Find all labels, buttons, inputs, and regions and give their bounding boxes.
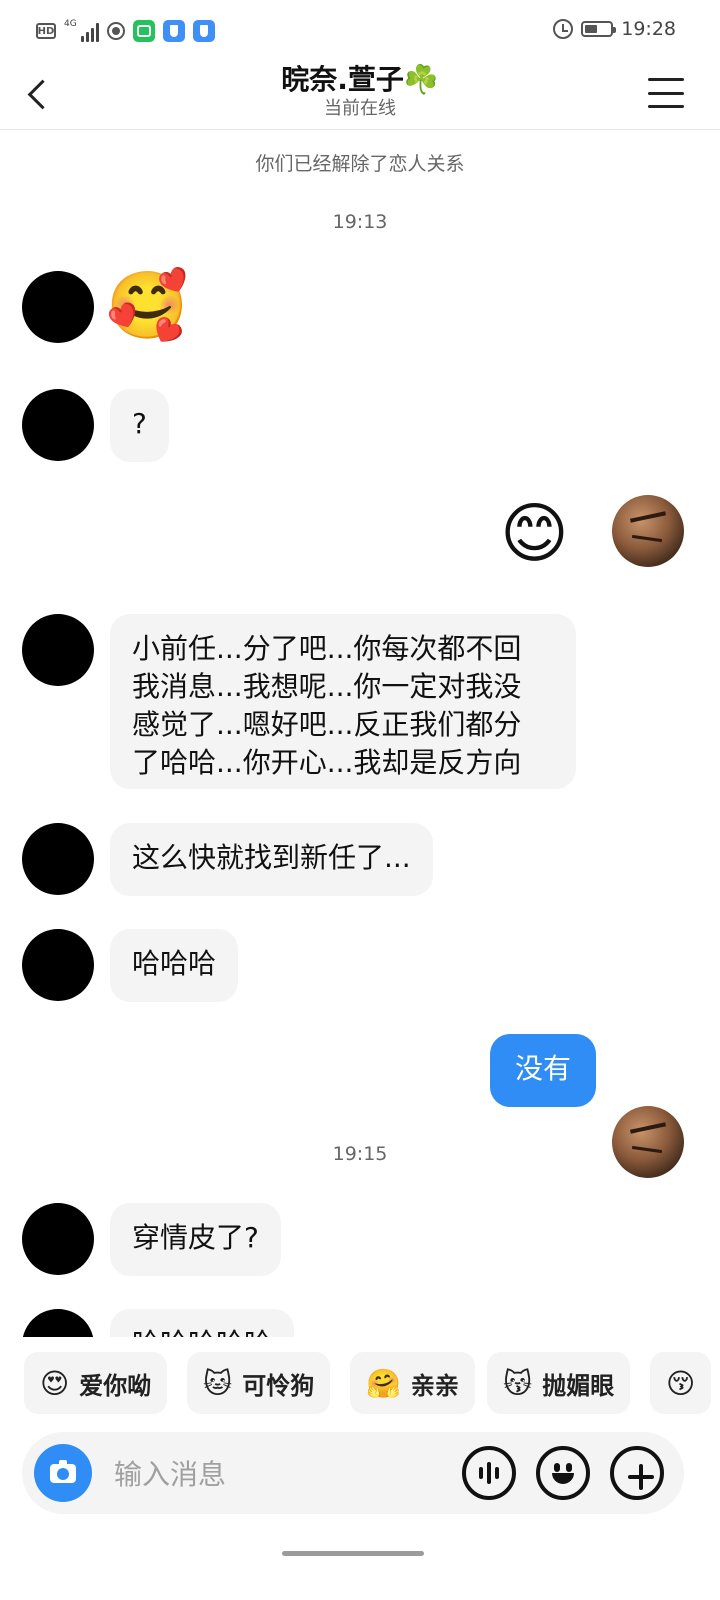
chip-label: 爱你呦 bbox=[79, 1371, 152, 1400]
chevron-left-icon bbox=[27, 79, 57, 109]
self-avatar[interactable] bbox=[612, 495, 684, 567]
contact-name-text: 晥奈.萱子 bbox=[281, 63, 404, 96]
self-avatar[interactable] bbox=[612, 1106, 684, 1178]
plus-icon bbox=[618, 1454, 656, 1492]
message-text: 没有 bbox=[514, 1052, 571, 1085]
emoji-icon bbox=[544, 1454, 582, 1492]
cat-icon: 🐱 bbox=[203, 1366, 233, 1400]
avatar[interactable] bbox=[22, 389, 94, 461]
quick-reply-chip[interactable]: 😽 抛媚眼 bbox=[487, 1352, 631, 1414]
message-input[interactable] bbox=[112, 1451, 456, 1497]
network-type-label: 4G bbox=[64, 19, 77, 29]
chip-label: 抛媚眼 bbox=[542, 1371, 615, 1400]
message-line: 小前任...分了吧...你每次都不回 bbox=[132, 632, 522, 665]
plus-button[interactable] bbox=[610, 1446, 664, 1500]
online-status: 当前在线 bbox=[324, 98, 396, 119]
message-bubble[interactable]: 穿情皮了? bbox=[110, 1203, 281, 1276]
message-line: 我消息...我想呢...你一定对我没 bbox=[132, 670, 522, 703]
screen-record-icon bbox=[106, 22, 125, 40]
message-text: 哈哈哈 bbox=[132, 947, 217, 980]
avatar[interactable] bbox=[22, 823, 94, 895]
battery-icon bbox=[581, 21, 617, 37]
quick-reply-chip[interactable]: 🐱 可怜狗 bbox=[187, 1352, 331, 1414]
message-line: 了哈哈...你开心...我却是反方向 bbox=[132, 746, 522, 779]
avatar[interactable] bbox=[22, 614, 94, 686]
message-bubble-self[interactable]: 没有 bbox=[490, 1034, 596, 1107]
system-note: 你们已经解除了恋人关系 bbox=[255, 153, 465, 175]
message-text: 穿情皮了? bbox=[132, 1221, 259, 1254]
quick-reply-bar: 😍 爱你呦 🐱 可怜狗 🤗 亲亲 😽 抛媚眼 😚 bbox=[0, 1352, 720, 1418]
timestamp: 19:15 bbox=[332, 1143, 388, 1165]
chat-header: 晥奈.萱子☘️ 当前在线 bbox=[0, 62, 720, 130]
shield-app-icon bbox=[192, 20, 215, 42]
contact-name: 晥奈.萱子☘️ bbox=[160, 62, 560, 98]
message-bubble[interactable]: 哈哈哈 bbox=[110, 929, 239, 1002]
chat-title-block[interactable]: 晥奈.萱子☘️ 当前在线 bbox=[160, 62, 560, 120]
message-line: 感觉了...嗯好吧...反正我们都分 bbox=[132, 708, 522, 741]
voice-icon bbox=[479, 1462, 499, 1484]
quick-reply-chip[interactable]: 🤗 亲亲 bbox=[350, 1352, 475, 1414]
message-text: 这么快就找到新任了... bbox=[132, 841, 411, 874]
message-bubble[interactable]: ? bbox=[110, 389, 169, 462]
wink-cat-icon: 😽 bbox=[503, 1366, 533, 1400]
voice-button[interactable] bbox=[462, 1446, 516, 1500]
back-button[interactable] bbox=[18, 72, 58, 116]
input-bar bbox=[22, 1432, 684, 1514]
signal-icon: 4G bbox=[64, 20, 99, 42]
hug-icon: 🤗 bbox=[366, 1366, 401, 1400]
status-bar-right: 19:28 bbox=[553, 18, 676, 40]
status-bar: HD 4G 19:28 bbox=[0, 0, 720, 62]
heart-eyes-icon: 😍 bbox=[40, 1366, 70, 1400]
message-text: ? bbox=[132, 407, 147, 440]
avatar[interactable] bbox=[22, 1309, 94, 1337]
quick-reply-chip[interactable]: 😍 爱你呦 bbox=[24, 1352, 168, 1414]
message-bubble[interactable]: 这么快就找到新任了... bbox=[110, 823, 433, 896]
camera-app-icon bbox=[132, 20, 155, 42]
avatar[interactable] bbox=[22, 271, 94, 343]
message-bubble[interactable]: 小前任...分了吧...你每次都不回 我消息...我想呢...你一定对我没 感觉… bbox=[110, 614, 576, 789]
emoji-button[interactable] bbox=[536, 1446, 590, 1500]
clover-icon: ☘️ bbox=[403, 63, 439, 96]
avatar[interactable] bbox=[22, 929, 94, 1001]
home-indicator[interactable] bbox=[282, 1551, 424, 1556]
message-text: 哈哈哈哈哈 bbox=[132, 1327, 272, 1337]
status-bar-left: HD 4G bbox=[36, 20, 215, 42]
avatar[interactable] bbox=[22, 1203, 94, 1275]
chat-area[interactable]: 你们已经解除了恋人关系 19:13 🥰 ? 😊 小前任...分了吧...你每次都… bbox=[0, 131, 720, 1337]
camera-button[interactable] bbox=[34, 1444, 92, 1502]
hamburger-menu-icon bbox=[648, 78, 684, 81]
status-time: 19:28 bbox=[621, 18, 676, 40]
timestamp: 19:13 bbox=[332, 211, 388, 233]
kiss-icon: 😚 bbox=[666, 1366, 696, 1400]
quick-reply-chip[interactable]: 😚 bbox=[650, 1352, 712, 1414]
menu-button[interactable] bbox=[648, 78, 684, 108]
emoji-message: 😊 bbox=[500, 495, 569, 572]
chip-label: 可怜狗 bbox=[242, 1371, 315, 1400]
hd-icon: HD bbox=[36, 23, 56, 39]
emoji-message: 🥰 bbox=[106, 267, 189, 344]
message-bubble[interactable]: 哈哈哈哈哈 bbox=[110, 1309, 295, 1337]
chip-label: 亲亲 bbox=[410, 1371, 459, 1400]
shield-app-icon bbox=[162, 20, 185, 42]
camera-icon bbox=[50, 1459, 76, 1483]
alarm-icon bbox=[553, 19, 574, 39]
